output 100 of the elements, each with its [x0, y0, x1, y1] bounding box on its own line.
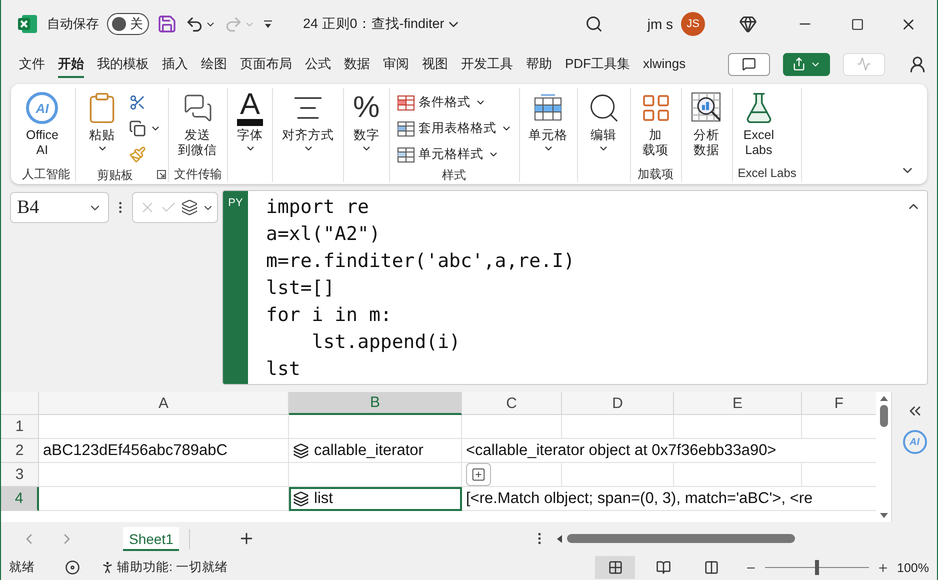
grid-cell[interactable]: [674, 463, 802, 487]
vertical-scrollbar[interactable]: [876, 392, 891, 522]
column-header[interactable]: D: [562, 392, 674, 415]
grid-cell[interactable]: [562, 463, 674, 487]
ribbon-button[interactable]: 套用表格格式: [394, 116, 514, 141]
view-icon: [704, 560, 719, 575]
menu-tab[interactable]: 审阅: [383, 50, 409, 78]
code-line: lst=[]: [266, 276, 335, 301]
row-header[interactable]: 2: [1, 439, 39, 463]
ribbon-button[interactable]: % 数字: [349, 88, 384, 154]
ai-logo: AI: [26, 92, 58, 124]
menu-tab[interactable]: 开发工具: [461, 50, 513, 78]
code-line: lst: [266, 357, 300, 382]
excel-logo-icon: [17, 13, 39, 35]
autosave-label: 自动保存: [47, 15, 99, 33]
grid-cell[interactable]: [39, 463, 289, 487]
row-header[interactable]: 1: [1, 415, 39, 439]
search-icon[interactable]: [585, 15, 604, 33]
menu-tab[interactable]: PDF工具集: [565, 50, 630, 78]
name-box[interactable]: B4: [10, 192, 110, 223]
column-header[interactable]: B: [289, 392, 462, 415]
status-text: 就绪: [9, 559, 35, 576]
document-title[interactable]: 24 正则0：查找-finditer: [303, 15, 444, 33]
comments-button[interactable]: [728, 52, 770, 76]
python-object-cell[interactable]: list: [289, 487, 462, 511]
ribbon-button[interactable]: AI Office AI: [22, 88, 62, 158]
ribbon-button[interactable]: 加 载项: [636, 88, 676, 158]
menu-tab[interactable]: 插入: [162, 50, 188, 78]
grid-cell[interactable]: [289, 463, 462, 487]
code-line: import re: [266, 195, 369, 220]
group-label: 文件传输: [174, 166, 222, 182]
menu-tab[interactable]: 开始: [58, 50, 84, 78]
ribbon-button[interactable]: 编辑: [582, 88, 625, 154]
user-name: jm s: [647, 16, 673, 32]
scissors-icon: [129, 94, 146, 111]
code-editor[interactable]: PY import re a=xl("A2") m=re.finditer('abc',a,re.I) lst=[] for i in m: lst.append(i) lst: [222, 190, 928, 385]
ribbon-button[interactable]: 单元格样式: [394, 142, 514, 167]
ribbon-button[interactable]: 条件格式: [394, 90, 514, 115]
grid-cell[interactable]: [562, 415, 674, 439]
percent-icon: %: [353, 91, 380, 125]
cells-grid-icon: [533, 93, 564, 123]
menu-tab[interactable]: 视图: [422, 50, 448, 78]
view-icon: [656, 560, 671, 575]
menu-tab[interactable]: 文件: [19, 50, 45, 78]
column-header[interactable]: F: [802, 392, 876, 415]
ribbon-button[interactable]: 发送 到微信: [174, 88, 221, 158]
ribbon-button[interactable]: Excel Labs: [738, 88, 780, 158]
accessibility-icon[interactable]: [100, 560, 115, 575]
dialog-launcher-icon[interactable]: [157, 170, 166, 179]
column-header[interactable]: C: [462, 392, 562, 415]
ribbon-button[interactable]: 单元格: [524, 88, 572, 154]
zoom-thumb[interactable]: [815, 560, 820, 575]
ribbon-button[interactable]: 粘贴: [81, 88, 123, 154]
paintbrush-icon: [129, 146, 146, 163]
menu-tab[interactable]: 页面布局: [240, 50, 292, 78]
row-header[interactable]: 3: [1, 463, 39, 487]
row-header[interactable]: 4: [1, 487, 39, 511]
group-label: Excel Labs: [738, 166, 796, 182]
undo-icon[interactable]: [185, 14, 204, 34]
insert-data-button[interactable]: [466, 463, 491, 486]
maximize-icon[interactable]: [851, 18, 864, 30]
sheet-cell[interactable]: aBC123dEf456abc789abC: [39, 439, 289, 463]
customize-icon[interactable]: [263, 19, 273, 29]
menu-tab[interactable]: 数据: [344, 50, 370, 78]
grid-cell[interactable]: [462, 415, 562, 439]
grid-cell[interactable]: [674, 415, 802, 439]
user-avatar[interactable]: JS: [681, 12, 705, 36]
menu-tab[interactable]: 绘图: [201, 50, 227, 78]
layers-icon: [293, 490, 309, 506]
save-icon[interactable]: [157, 14, 177, 34]
macro-record-icon[interactable]: [65, 560, 80, 575]
ribbon-button[interactable]: 对齐方式: [278, 88, 338, 154]
zoom-level: 100%: [897, 560, 929, 574]
python-object-cell[interactable]: callable_iterator: [289, 439, 462, 463]
menu-tab[interactable]: 公式: [305, 50, 331, 78]
share-button[interactable]: [783, 52, 830, 76]
code-line: m=re.finditer('abc',a,re.I): [266, 249, 575, 274]
autosave-toggle[interactable]: 关: [107, 13, 149, 35]
menu-tab[interactable]: 我的模板: [97, 50, 149, 78]
coauthor-icon[interactable]: [908, 54, 927, 74]
view-icon: [608, 560, 623, 575]
grid-cell[interactable]: [289, 415, 462, 439]
column-header[interactable]: E: [674, 392, 802, 415]
ribbon-button[interactable]: A 字体: [233, 88, 268, 154]
share-icon: [792, 57, 806, 71]
pulse-icon: [857, 57, 871, 71]
menu-tab[interactable]: xlwings: [643, 52, 686, 76]
layers-icon[interactable]: [181, 199, 198, 216]
column-header[interactable]: A: [39, 392, 289, 415]
normal-view-button[interactable]: [595, 556, 636, 579]
table-style-icon: [396, 120, 415, 136]
accessibility-status[interactable]: 辅助功能: 一切就绪: [117, 559, 228, 576]
diamond-icon[interactable]: [739, 15, 757, 33]
analyze-chart-icon: [690, 92, 723, 124]
ribbon-button[interactable]: 分析 数据: [686, 88, 727, 158]
sheet-tab[interactable]: Sheet1: [123, 526, 180, 550]
menu-tab[interactable]: 帮助: [526, 50, 552, 78]
grid-cell[interactable]: [39, 415, 289, 439]
zoom-in-icon[interactable]: [877, 562, 890, 574]
comment-icon: [742, 57, 756, 71]
